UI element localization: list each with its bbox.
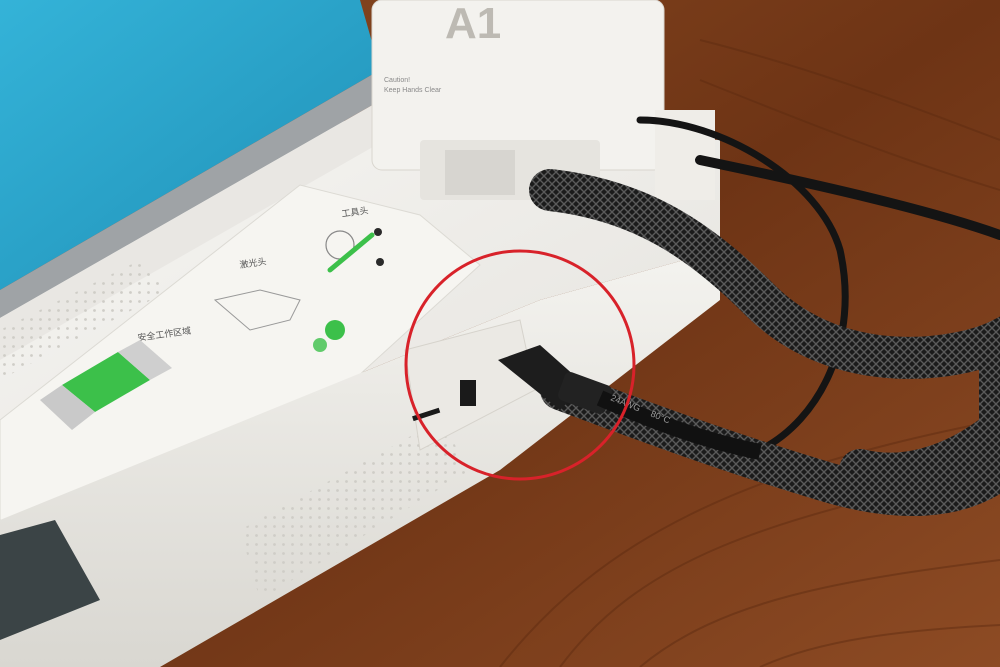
model-mark: A1 [445, 0, 501, 48]
laser-green-dot [325, 320, 345, 340]
tool-head: A1 Caution! Keep Hands Clear [371, 0, 715, 200]
photo-scene: 工具头 激光头 安全工作区域 A1 Caution! Keep Hands Cl… [0, 0, 1000, 667]
usb-port[interactable] [460, 380, 476, 406]
tool-head-dot-2 [376, 258, 384, 266]
tool-head-dot [374, 228, 382, 236]
caution-line-1: Caution! [384, 77, 410, 84]
laser-green-dot-2 [313, 338, 327, 352]
caution-line-2: Keep Hands Clear [384, 87, 442, 94]
